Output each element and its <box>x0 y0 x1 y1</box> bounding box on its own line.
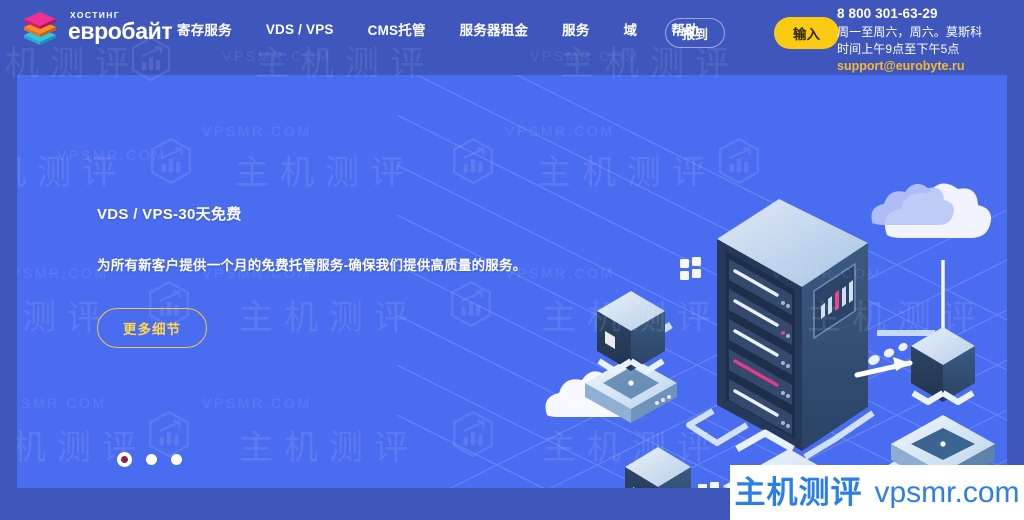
carousel-dots <box>117 452 182 467</box>
login-button[interactable]: 输入 <box>774 17 839 49</box>
hero-subtitle: 为所有新客户提供一个月的免费托管服务-确保我们提供高质量的服务。 <box>97 258 527 273</box>
carousel-dot-3[interactable] <box>171 454 182 465</box>
nav-item-server-rent[interactable]: 服务器租金 <box>443 19 546 39</box>
svg-text:VPSMR.COM: VPSMR.COM <box>57 147 167 163</box>
nav-item-vds-vps[interactable]: VDS / VPS <box>249 22 351 37</box>
site-logo[interactable]: ХОСТИНГ евробайт <box>20 9 173 45</box>
brandmark-en: vpsmr.com <box>874 475 1020 509</box>
nav-item-services[interactable]: 服务 <box>545 19 606 39</box>
carousel-dot-2[interactable] <box>146 454 157 465</box>
contact-hours-line1: 周一至周六，周六。莫斯科 <box>837 24 983 39</box>
nav-item-domains[interactable]: 域 <box>607 19 655 39</box>
hero-title: VDS / VPS-30天免费 <box>97 206 242 223</box>
hero-carousel-slide: VPSMR.COM VDS / VPS-30天免费 为所有新客户提供一个月的免费… <box>17 75 1007 488</box>
nav-item-cms-hosting[interactable]: CMS托管 <box>351 19 443 39</box>
stacked-layers-icon <box>20 9 60 45</box>
signup-button[interactable]: 报到 <box>665 18 726 48</box>
hero-copy-block: VDS / VPS-30天免费 为所有新客户提供一个月的免费托管服务-确保我们提… <box>97 203 526 348</box>
site-watermark-brandmark: 主机测评 vpsmr.com <box>730 465 1024 520</box>
hero-cta-button[interactable]: 更多细节 <box>97 308 207 348</box>
main-navigation: 寄存服务 VDS / VPS CMS托管 服务器租金 服务 域 帮助 <box>160 0 716 58</box>
brandmark-cn: 主机测评 <box>734 475 863 510</box>
site-header: 主机测评 主机测评 主机测评 VPSMR.COM VPSMR.COM <box>0 0 1024 83</box>
nav-item-hosting[interactable]: 寄存服务 <box>160 19 249 39</box>
carousel-dot-1[interactable] <box>117 452 132 467</box>
contact-hours-line2: 时间上午9点至下午5点 <box>837 41 960 56</box>
contact-email-link[interactable]: support@eurobyte.ru <box>837 58 1002 74</box>
logo-wordmark: евробайт <box>68 17 173 44</box>
contact-block: 8 800 301-63-29 周一至周六，周六。莫斯科 时间上午9点至下午5点… <box>837 5 1002 74</box>
contact-phone[interactable]: 8 800 301-63-29 <box>837 5 1002 23</box>
carousel-dot-1-core <box>121 456 128 463</box>
